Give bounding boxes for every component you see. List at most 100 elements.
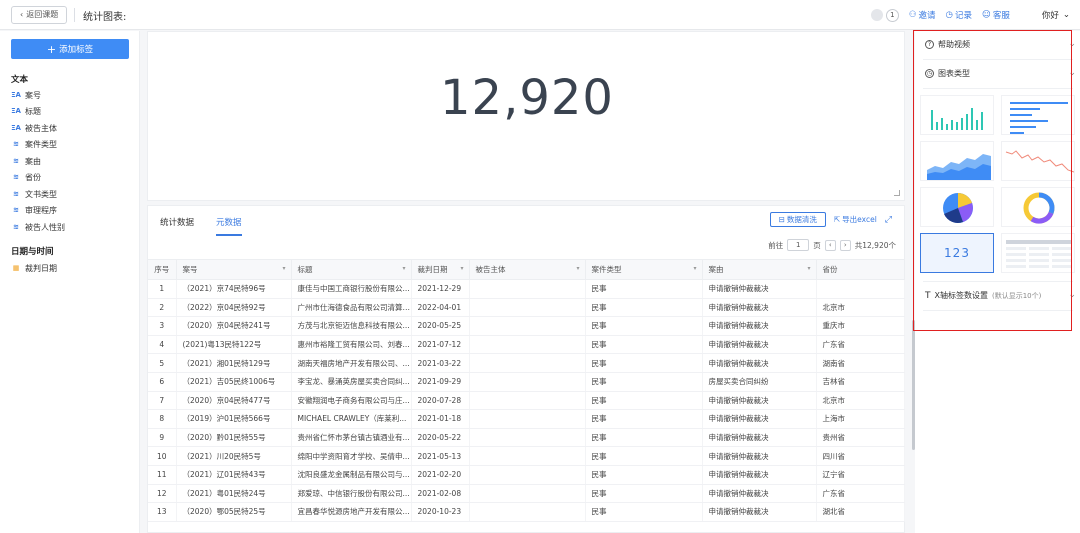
table-cell: 郑爱琼、中信银行股份有限公司... (291, 484, 412, 504)
table-row[interactable]: 5 （2021）湘01民特129号 湖南天福房地产开发有限公司、... 2021-03… (148, 353, 905, 373)
avatar[interactable] (870, 9, 883, 21)
column-header[interactable]: 省份 (816, 259, 905, 280)
table-row[interactable]: 6 （2021）吉05民终1006号 李宝龙、暴涌英房屋买卖合同纠... 2021-0… (148, 372, 905, 392)
table-cell: 申请撤销仲裁裁决 (702, 409, 817, 429)
chart-option-area[interactable] (920, 141, 994, 181)
table-cell: 李宝龙、暴涌英房屋买卖合同纠... (291, 372, 412, 392)
chevron-down-icon[interactable]: ⌄ (1068, 290, 1076, 300)
table-cell (469, 372, 586, 392)
column-header[interactable]: 被告主体 ▾ (469, 259, 586, 280)
sidebar-group-text: 文本 (11, 75, 29, 85)
records-link[interactable]: ◷ 记录 (946, 9, 972, 21)
chevron-down-icon[interactable]: ⌄ (1068, 68, 1076, 78)
table-row[interactable]: 1 （2021）京74民特96号 康佳与中国工商银行股份有限公... 2021-12-… (148, 279, 905, 299)
table-cell: 7 (148, 391, 177, 411)
table-row[interactable]: 11 （2021）辽01民特43号 沈阳良盛龙金属制品有限公司与... 2021-02… (148, 465, 905, 485)
chart-option-pie[interactable] (920, 187, 994, 227)
data-clean-button[interactable]: ⊟ 数据清洗 (769, 212, 826, 227)
chart-option-number[interactable]: 123 (920, 233, 994, 273)
service-link[interactable]: ☺ 客服 (982, 9, 1010, 21)
chart-option-donut[interactable] (1001, 187, 1075, 227)
user-menu[interactable]: 你好 ⌄ (1042, 9, 1070, 21)
resize-handle[interactable] (894, 190, 900, 196)
chart-option-horizontal-bar[interactable] (1001, 95, 1075, 135)
sidebar-item-doc-type[interactable]: ≋ 文书类型 (11, 187, 57, 201)
table-cell: 民事 (585, 484, 703, 504)
layers-icon: ≋ (13, 157, 19, 165)
prev-page-button[interactable]: ‹ (824, 239, 836, 251)
table-cell: 广东省 (816, 484, 905, 504)
table-cell: 申请撤销仲裁裁决 (702, 316, 817, 336)
sidebar-item-case-type[interactable]: ≋ 案件类型 (11, 137, 57, 151)
x-axis-setting-row[interactable]: T X轴标签数设置 (默认显示10个) (925, 290, 1041, 301)
table-cell: （2020）鄂05民特25号 (176, 502, 292, 522)
sidebar-item-province[interactable]: ≋ 省份 (11, 170, 41, 184)
table-row[interactable]: 4 (2021)粤13民特122号 惠州市裕隆工贸有限公司、刘春... 2021-07… (148, 335, 905, 355)
sidebar-item-procedure[interactable]: ≋ 审理程序 (11, 203, 57, 217)
table-row[interactable]: 10 （2021）川20民特5号 绵阳中学资阳育才学校、吴倩申... 2021-05-… (148, 446, 905, 466)
table-cell: 2020-05-25 (411, 316, 470, 336)
table-cell: 申请撤销仲裁裁决 (702, 391, 817, 411)
column-header[interactable]: 案件类型 ▾ (585, 259, 703, 280)
table-row[interactable]: 8 （2019）沪01民特566号 MICHAEL CRAWLEY（库莱利... 20… (148, 409, 905, 429)
table-cell: 上海市 (816, 409, 905, 429)
table-cell: 2021-01-18 (411, 409, 470, 429)
calendar-icon: ▦ (12, 264, 20, 272)
column-header[interactable]: 裁判日期 ▾ (411, 259, 470, 280)
table-cell: 湖南省 (816, 353, 905, 373)
table-cell: (2021)粤13民特122号 (176, 335, 292, 355)
table-cell: 2021-12-29 (411, 279, 470, 299)
column-header[interactable]: 案由 ▾ (702, 259, 817, 280)
table-row[interactable]: 13 （2020）鄂05民特25号 宜昌春华悦源房地产开发有限公... 2020-10… (148, 502, 905, 522)
sidebar-item-defendant[interactable]: ΞA 被告主体 (11, 121, 57, 135)
invite-link[interactable]: ⚇ 邀请 (909, 9, 936, 21)
user-icon: ⚇ (908, 10, 917, 20)
page-input[interactable]: 1 (787, 239, 810, 251)
table-row[interactable]: 3 （2020）京04民特241号 方茂与北京钜迈信息科技有限公... 2020-05… (148, 316, 905, 336)
table-cell: 申请撤销仲裁裁决 (702, 335, 817, 355)
table-cell: 2021-02-20 (411, 465, 470, 485)
sidebar-item-gender[interactable]: ≋ 被告人性别 (11, 220, 65, 234)
sidebar-item-title[interactable]: ΞA 标题 (11, 104, 41, 118)
help-video-row[interactable]: ? 帮助视频 (925, 39, 970, 50)
table-row[interactable]: 12 （2021）粤01民特24号 郑爱琼、中信银行股份有限公司... 2021-02… (148, 484, 905, 504)
sidebar-item-judgment-date[interactable]: ▦ 裁判日期 (11, 261, 57, 275)
add-tag-button[interactable]: + 添加标签 (11, 39, 129, 59)
table-cell: 辽宁省 (816, 465, 905, 485)
column-header[interactable]: 案号 ▾ (176, 259, 292, 280)
back-button[interactable]: ‹ 返回课题 (11, 6, 68, 24)
table-cell: 贵州省仁怀市茅台镇古镇酒业有... (291, 428, 412, 448)
chart-type-row[interactable]: ◷ 图表类型 (925, 68, 970, 79)
table-cell: （2020）黔01民特55号 (176, 428, 292, 448)
table-cell: 绵阳中学资阳育才学校、吴倩申... (291, 446, 412, 466)
chart-option-line[interactable] (1001, 141, 1075, 181)
fullscreen-icon[interactable]: ⤢ (885, 215, 892, 225)
page-title: 统计图表: (83, 12, 127, 23)
table-cell (469, 428, 586, 448)
table-row[interactable]: 9 （2020）黔01民特55号 贵州省仁怀市茅台镇古镇酒业有... 2020-05-… (148, 428, 905, 448)
chevron-down-icon[interactable]: ⌄ (1068, 39, 1076, 49)
table-cell: （2022）京04民特92号 (176, 298, 292, 318)
notification-count-badge[interactable]: 1 (885, 8, 899, 22)
table-row[interactable]: 7 （2020）京04民特477号 安徽翔润电子商务有限公司与庄... 2020-07… (148, 391, 905, 411)
sidebar-item-cause[interactable]: ≋ 案由 (11, 154, 41, 168)
panel-tabs: 统计数据 元数据 (160, 216, 242, 236)
table-cell: 吉林省 (816, 372, 905, 392)
layers-icon: ≋ (13, 140, 19, 148)
layers-icon: ≋ (13, 190, 19, 198)
chart-option-bar[interactable] (920, 95, 994, 135)
table-row[interactable]: 2（2022）京04民特92号广州市仕海德食品有限公司清算组与...2022-0… (148, 298, 905, 318)
export-excel-button[interactable]: ⇱ 导出excel (834, 214, 877, 225)
table-cell (469, 484, 586, 504)
next-page-button[interactable]: › (839, 239, 851, 251)
table-cell (469, 391, 586, 411)
chart-option-table[interactable] (1001, 233, 1075, 273)
column-header[interactable]: 标题 ▾ (291, 259, 412, 280)
tab-statistics[interactable]: 统计数据 (160, 216, 194, 236)
text-field-icon: ΞA (11, 91, 21, 99)
table-cell: 申请撤销仲裁裁决 (702, 298, 817, 318)
tab-metadata[interactable]: 元数据 (216, 216, 242, 236)
layers-icon: ≋ (13, 173, 19, 181)
sidebar-item-case-number[interactable]: ΞA 案号 (11, 88, 41, 102)
table-cell: 房屋买卖合同纠纷 (702, 372, 817, 392)
